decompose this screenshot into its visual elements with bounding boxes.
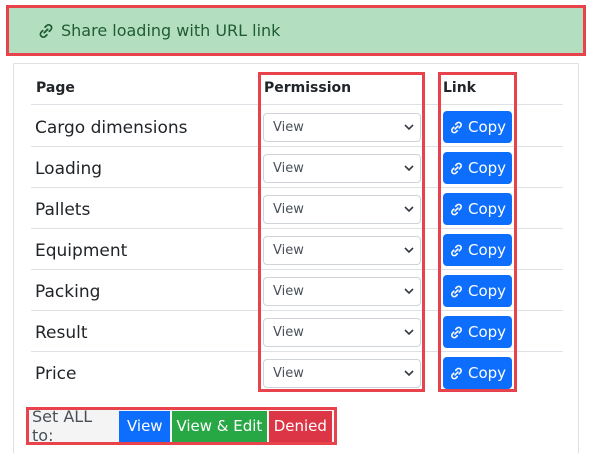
page-name: Equipment xyxy=(35,241,128,261)
permission-select[interactable]: View xyxy=(263,113,421,142)
share-header: Share loading with URL link xyxy=(6,5,586,56)
chevron-down-icon xyxy=(404,329,414,336)
chevron-down-icon xyxy=(404,124,414,131)
link-icon xyxy=(451,203,462,215)
chevron-down-icon xyxy=(404,206,414,213)
page-name: Packing xyxy=(35,282,101,302)
share-title: Share loading with URL link xyxy=(61,21,281,40)
link-icon xyxy=(451,162,462,174)
copy-label: Copy xyxy=(467,241,507,259)
column-header-link: Link xyxy=(443,80,476,96)
permission-value: View xyxy=(273,366,304,381)
column-header-page: Page xyxy=(36,80,75,96)
copy-link-button[interactable]: Copy xyxy=(443,111,512,143)
row-divider xyxy=(31,228,563,229)
copy-label: Copy xyxy=(467,364,507,382)
set-all-bar: Set ALL to: View View & Edit Denied xyxy=(26,407,337,445)
column-header-permission: Permission xyxy=(264,80,352,96)
permission-select[interactable]: View xyxy=(263,154,421,183)
permission-select[interactable]: View xyxy=(263,359,421,388)
page-name: Loading xyxy=(35,159,103,179)
permission-value: View xyxy=(273,243,304,258)
permission-select[interactable]: View xyxy=(263,277,421,306)
copy-label: Copy xyxy=(467,323,507,341)
link-icon xyxy=(451,121,462,133)
page-name: Pallets xyxy=(35,200,91,220)
link-icon xyxy=(451,367,462,379)
header-divider xyxy=(31,104,563,105)
permission-value: View xyxy=(273,284,304,299)
set-all-denied-button[interactable]: Denied xyxy=(268,410,332,442)
set-all-label: Set ALL to: xyxy=(32,407,93,445)
link-icon xyxy=(451,285,462,297)
permission-value: View xyxy=(273,161,304,176)
set-all-view-button[interactable]: View xyxy=(119,410,171,442)
copy-link-button[interactable]: Copy xyxy=(443,193,512,225)
chevron-down-icon xyxy=(404,370,414,377)
page-name: Result xyxy=(35,323,88,343)
copy-label: Copy xyxy=(467,159,507,177)
set-all-view-edit-button[interactable]: View & Edit xyxy=(172,410,267,442)
copy-label: Copy xyxy=(467,200,507,218)
permission-select[interactable]: View xyxy=(263,318,421,347)
row-divider xyxy=(31,187,563,188)
row-divider xyxy=(31,269,563,270)
permission-select[interactable]: View xyxy=(263,195,421,224)
row-divider xyxy=(31,146,563,147)
permission-select[interactable]: View xyxy=(263,236,421,265)
permission-value: View xyxy=(273,120,304,135)
copy-link-button[interactable]: Copy xyxy=(443,152,512,184)
copy-link-button[interactable]: Copy xyxy=(443,357,512,389)
link-icon xyxy=(451,244,462,256)
page-name: Cargo dimensions xyxy=(35,118,188,138)
permission-value: View xyxy=(273,325,304,340)
copy-link-button[interactable]: Copy xyxy=(443,234,512,266)
copy-label: Copy xyxy=(467,282,507,300)
chevron-down-icon xyxy=(404,247,414,254)
copy-label: Copy xyxy=(467,118,507,136)
chevron-down-icon xyxy=(404,288,414,295)
page-name: Price xyxy=(35,364,77,384)
copy-link-button[interactable]: Copy xyxy=(443,275,512,307)
link-icon xyxy=(39,23,53,38)
copy-link-button[interactable]: Copy xyxy=(443,316,512,348)
row-divider xyxy=(31,351,563,352)
link-icon xyxy=(451,326,462,338)
permission-value: View xyxy=(273,202,304,217)
chevron-down-icon xyxy=(404,165,414,172)
row-divider xyxy=(31,310,563,311)
